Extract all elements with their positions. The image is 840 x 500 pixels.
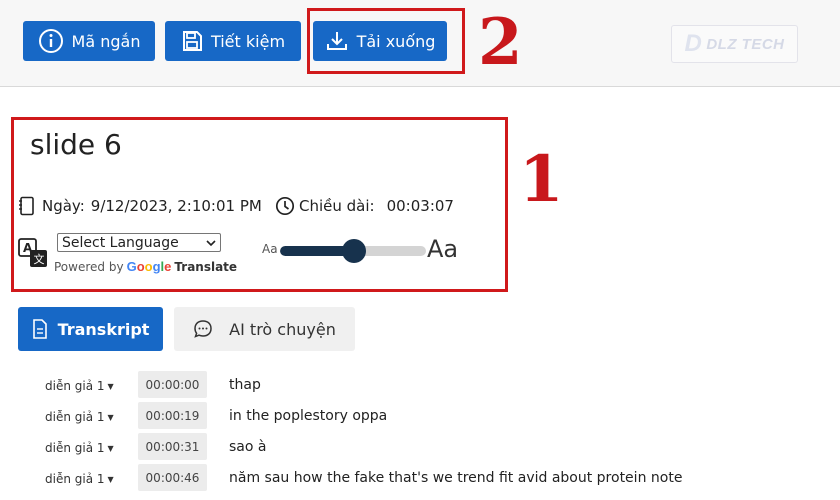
recording-title: slide 6 bbox=[30, 128, 122, 161]
tab-ai-chat[interactable]: AI trò chuyện bbox=[174, 307, 355, 351]
tab-ai-chat-label: AI trò chuyện bbox=[229, 319, 336, 339]
speaker-dropdown[interactable]: diễn giả 1 ▼ bbox=[45, 441, 114, 455]
transcript-text[interactable]: năm sau how the fake that's we trend fit… bbox=[229, 470, 682, 486]
font-size-large-label: Aa bbox=[427, 235, 459, 263]
google-logo: Google bbox=[126, 259, 172, 274]
save-label: Tiết kiệm bbox=[210, 31, 286, 51]
transcript-text[interactable]: in the poplestory oppa bbox=[229, 408, 387, 424]
language-select-value: Select Language bbox=[62, 234, 179, 251]
save-button[interactable]: Tiết kiệm bbox=[165, 21, 301, 61]
chevron-down-icon bbox=[206, 239, 216, 246]
date-value: 9/12/2023, 2:10:01 PM bbox=[90, 197, 262, 215]
caret-down-icon: ▼ bbox=[107, 443, 114, 453]
chat-bubble-icon bbox=[194, 320, 212, 338]
duration-label: Chiều dài: bbox=[299, 197, 375, 215]
speaker-dropdown[interactable]: diễn giả 1 ▼ bbox=[45, 379, 114, 393]
font-size-small-label: Aa bbox=[262, 242, 278, 256]
powered-by-google-translate[interactable]: Powered by Google Translate bbox=[54, 259, 237, 274]
timestamp[interactable]: 00:00:19 bbox=[138, 402, 207, 429]
annotation-number-2: 2 bbox=[478, 5, 523, 80]
tab-transcript-label: Transkript bbox=[57, 319, 150, 339]
powered-by-label: Powered by bbox=[54, 259, 124, 274]
date-meta: Ngày: 9/12/2023, 2:10:01 PM bbox=[18, 196, 262, 216]
duration-value: 00:03:07 bbox=[386, 197, 454, 215]
document-icon bbox=[32, 319, 47, 339]
translate-word: Translate bbox=[174, 259, 238, 274]
transcript-text[interactable]: sao à bbox=[229, 439, 266, 455]
language-select[interactable]: Select Language bbox=[57, 233, 221, 252]
dlz-tech-logo: D DLZ TECH bbox=[671, 25, 798, 63]
duration-meta: Chiều dài: 00:03:07 bbox=[275, 196, 454, 216]
timestamp[interactable]: 00:00:31 bbox=[138, 433, 207, 460]
notebook-icon bbox=[19, 196, 34, 216]
translate-icon: A 文 bbox=[18, 238, 47, 267]
svg-text:文: 文 bbox=[34, 252, 45, 266]
timestamp[interactable]: 00:00:46 bbox=[138, 464, 207, 491]
annotation-box-2 bbox=[307, 8, 465, 74]
save-icon bbox=[182, 31, 202, 51]
transcript-row: diễn giả 1 ▼ 00:00:31 sao à bbox=[0, 433, 840, 461]
caret-down-icon: ▼ bbox=[107, 412, 114, 422]
timestamp[interactable]: 00:00:00 bbox=[138, 371, 207, 398]
short-code-button[interactable]: Mã ngắn bbox=[23, 21, 155, 61]
slider-thumb[interactable] bbox=[342, 239, 366, 263]
caret-down-icon: ▼ bbox=[107, 474, 114, 484]
transcript-row: diễn giả 1 ▼ 00:00:46 năm sau how the fak… bbox=[0, 464, 840, 492]
short-code-label: Mã ngắn bbox=[71, 31, 141, 51]
transcript-text[interactable]: thap bbox=[229, 377, 261, 393]
transcript-row: diễn giả 1 ▼ 00:00:19 in the poplestory o… bbox=[0, 402, 840, 430]
transcript-row: diễn giả 1 ▼ 00:00:00 thap bbox=[0, 371, 840, 399]
info-icon bbox=[38, 29, 63, 53]
tab-transcript[interactable]: Transkript bbox=[18, 307, 163, 351]
clock-icon bbox=[275, 196, 295, 216]
caret-down-icon: ▼ bbox=[107, 381, 114, 391]
speaker-dropdown[interactable]: diễn giả 1 ▼ bbox=[45, 410, 114, 424]
speaker-dropdown[interactable]: diễn giả 1 ▼ bbox=[45, 472, 114, 486]
date-label: Ngày: bbox=[42, 197, 85, 215]
annotation-number-1: 1 bbox=[519, 142, 564, 217]
